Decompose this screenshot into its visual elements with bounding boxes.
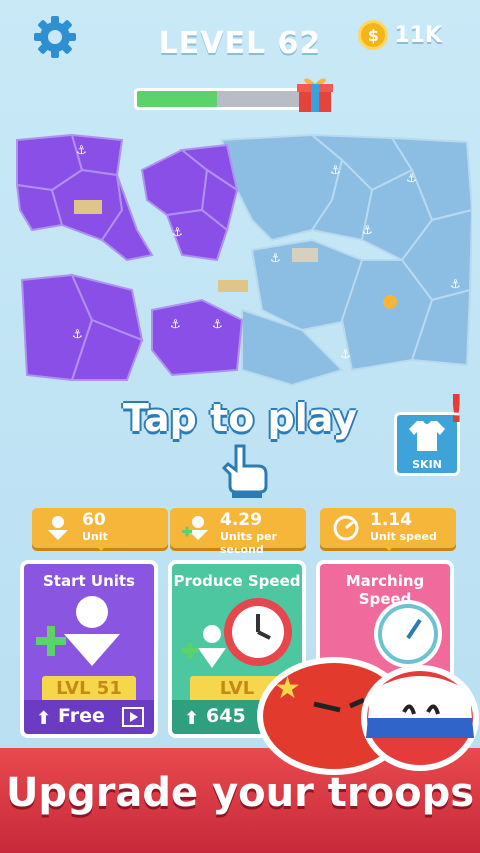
upgrade-button[interactable]: ⬆ Free	[24, 700, 154, 734]
stat-tag-marching-speed: 1.14 Unit speed	[320, 508, 456, 551]
stat-tag-produce-speed: 4.29 Units per second	[170, 508, 306, 556]
stat-unit: Unit speed	[370, 530, 437, 543]
landmark-parthenon	[218, 280, 248, 292]
country-balls-mascot: ★	[257, 657, 479, 775]
anchor-icon: ⚓	[330, 163, 341, 177]
anchor-icon: ⚓	[340, 347, 351, 361]
skin-label: SKIN	[412, 458, 442, 471]
world-map[interactable]: ⚓ ⚓ ⚓ ⚓ ⚓ ⚓ ⚓ ⚓ ⚓ ⚓ ⚓	[12, 130, 472, 390]
plus-icon	[36, 626, 66, 656]
progress-fill	[137, 91, 217, 107]
landmark-mosque	[292, 248, 318, 262]
stat-tag-start-units: 60 Unit	[32, 508, 168, 551]
stat-unit: Unit	[82, 530, 108, 543]
anchor-icon: ⚓	[172, 225, 183, 239]
arrow-up-icon: ⬆	[36, 708, 52, 729]
unit-plus-icon	[182, 516, 208, 540]
alert-icon: !	[447, 387, 465, 431]
card-title: Start Units	[43, 572, 135, 590]
upgrade-cost: Free	[58, 705, 105, 727]
arrow-up-icon: ⬆	[184, 708, 200, 729]
card-level: LVL 51	[42, 676, 136, 702]
unit-icon	[48, 516, 68, 540]
player-territory	[15, 133, 244, 382]
anchor-icon: ⚓	[212, 317, 223, 331]
coin-counter: $ 11K	[358, 20, 442, 50]
upgrade-cost: 645	[206, 705, 246, 727]
anchor-icon: ⚓	[76, 143, 87, 157]
anchor-icon: ⚓	[450, 277, 461, 291]
anchor-icon: ⚓	[270, 251, 281, 265]
anchor-icon: ⚓	[72, 327, 83, 341]
gift-icon[interactable]	[296, 74, 334, 114]
skin-button[interactable]: SKIN !	[394, 387, 465, 476]
stat-value: 4.29	[220, 510, 262, 530]
card-title: Produce Speed	[173, 572, 301, 590]
pointer-hand-icon	[221, 444, 268, 498]
landmark-colosseum	[74, 200, 102, 214]
level-progress-bar	[134, 88, 310, 110]
stat-value: 1.14	[370, 510, 412, 530]
shirt-icon	[409, 421, 445, 451]
upgrade-card-start-units[interactable]: Start Units LVL 51 ⬆ Free	[20, 560, 158, 738]
anchor-icon: ⚓	[362, 223, 373, 237]
coin-icon: $	[358, 20, 389, 50]
stat-value: 60	[82, 510, 106, 530]
svg-text:★: ★	[274, 671, 301, 706]
ad-video-icon	[122, 707, 144, 727]
anchor-icon: ⚓	[406, 171, 417, 185]
coin-amount: 11K	[394, 22, 442, 48]
anchor-icon: ⚓	[170, 317, 181, 331]
speed-dial-icon	[333, 515, 359, 541]
stat-unit: Units per second	[220, 530, 277, 556]
unit-plus-icon	[182, 625, 226, 668]
landmark-winged-lion	[383, 295, 397, 309]
